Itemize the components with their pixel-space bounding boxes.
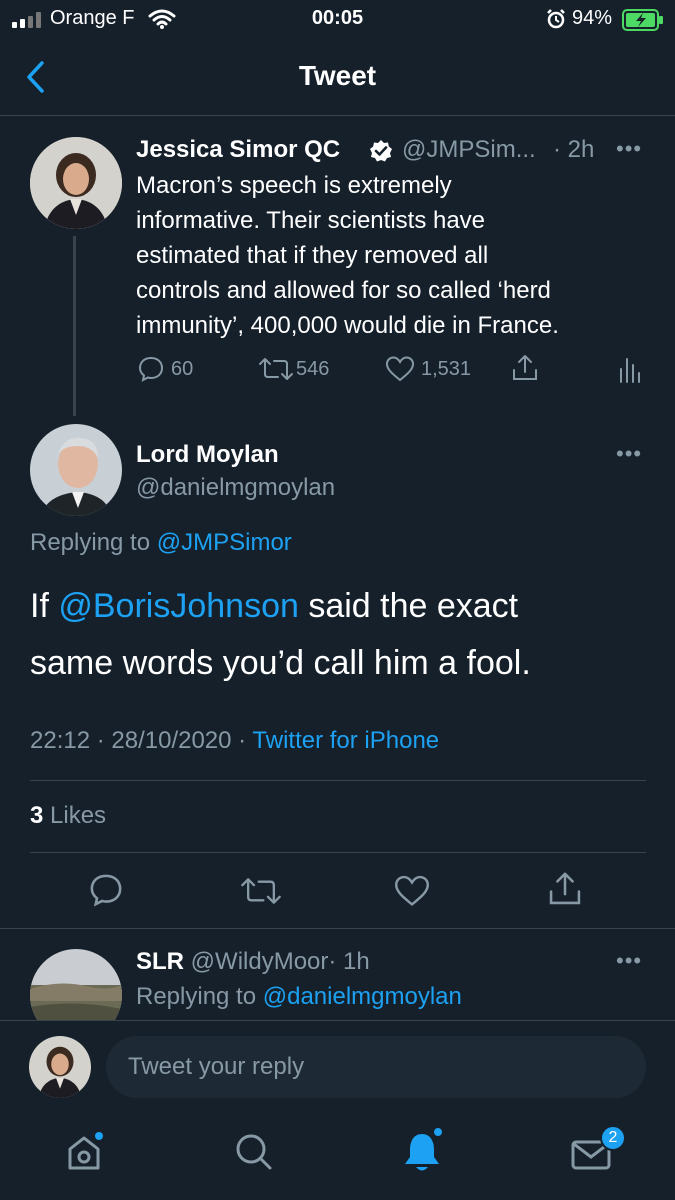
current-user-avatar[interactable]	[29, 1036, 91, 1098]
reply-icon[interactable]	[88, 872, 124, 908]
page-title: Tweet	[298, 60, 377, 91]
like-count: 1,531	[421, 358, 472, 380]
analytics-icon[interactable]	[618, 355, 640, 383]
verified-badge-icon	[370, 140, 392, 162]
likes-label: Likes	[50, 802, 107, 829]
replying-to-handle[interactable]: @danielmgmoylan	[263, 983, 462, 1010]
author-handle[interactable]: @JMPSim...	[402, 136, 536, 164]
mention-link[interactable]: @BorisJohnson	[58, 587, 299, 625]
battery-charging-icon	[622, 9, 663, 31]
more-options-icon[interactable]: •••	[616, 441, 642, 467]
like-action[interactable]: 1,531	[385, 355, 471, 383]
thread-connector-line	[73, 236, 76, 416]
author-name[interactable]: Jessica Simor QC	[136, 136, 340, 164]
tweet-text-segment: said the exact	[298, 587, 519, 625]
tweet-text-line: same words you’d call him a fool.	[30, 644, 531, 682]
share-icon[interactable]	[546, 870, 584, 908]
divider	[30, 780, 646, 781]
search-icon	[236, 1134, 272, 1170]
author-name[interactable]: SLR	[136, 948, 184, 975]
avatar-slr[interactable]	[30, 949, 122, 1020]
heart-icon[interactable]	[393, 874, 431, 908]
retweet-action[interactable]: 546	[258, 355, 329, 383]
reply-input-placeholder: Tweet your reply	[128, 1053, 305, 1080]
bottom-tab-bar: 2	[0, 1110, 675, 1200]
top-navigation-bar: Tweet	[0, 40, 675, 116]
replying-to-line: Replying to @JMPSimor	[30, 529, 292, 557]
tweet-text-line: If @BorisJohnson said the exact	[30, 578, 650, 635]
tab-explore[interactable]	[232, 1130, 276, 1174]
replying-to-handle[interactable]: @JMPSimor	[157, 529, 292, 556]
likes-summary[interactable]: 3 Likes	[30, 802, 106, 830]
tweet-metadata: 22:12 · 28/10/2020 · Twitter for iPhone	[30, 727, 439, 755]
likes-total: 3	[30, 802, 44, 829]
status-bar: Orange F 00:05 94%	[0, 0, 675, 40]
tweet-age: · 2h	[553, 136, 595, 163]
replying-to-line: Replying to @danielmgmoylan	[136, 983, 462, 1011]
avatar-lord-moylan[interactable]	[30, 424, 122, 516]
more-options-icon[interactable]: •••	[616, 948, 642, 974]
avatar-jessica-simor[interactable]	[30, 137, 122, 229]
alarm-icon	[547, 9, 565, 29]
tweet-text-line: Macron’s speech is extremely	[136, 172, 452, 199]
tweet-text: Macron’s speech is extremely informative…	[136, 168, 656, 343]
reply-tweet[interactable]: SLR @WildyMoor· 1h ••• Replying to @dani…	[0, 929, 675, 1020]
home-icon	[68, 1132, 103, 1170]
reply-tweet-header: SLR @WildyMoor· 1h	[136, 948, 370, 976]
divider	[0, 1020, 675, 1021]
tweet-text-line: informative. Their scientists have	[136, 207, 486, 234]
notifications-bell-icon	[405, 1128, 442, 1171]
reply-count: 60	[171, 358, 194, 380]
tweet-text: If @BorisJohnson said the exact same wor…	[30, 578, 650, 692]
tab-notifications[interactable]	[400, 1126, 448, 1176]
author-handle[interactable]: @danielmgmoylan	[136, 474, 335, 502]
retweet-icon	[259, 358, 293, 380]
tweet-timestamp: 22:12 · 28/10/2020 ·	[30, 727, 247, 754]
battery-percentage: 94%	[572, 7, 613, 29]
share-icon[interactable]	[510, 353, 540, 383]
tweet-text-segment: If	[30, 587, 49, 625]
heart-icon	[385, 356, 415, 382]
replying-to-label: Replying to	[30, 529, 151, 556]
author-name[interactable]: Lord Moylan	[136, 441, 279, 469]
retweet-icon[interactable]	[240, 874, 282, 908]
messages-badge: 2	[600, 1125, 626, 1151]
reply-input[interactable]: Tweet your reply	[106, 1036, 646, 1098]
tweet-age: · 1h	[328, 948, 370, 975]
tweet-text-line: estimated that if they removed all	[136, 242, 489, 269]
more-options-icon[interactable]: •••	[616, 136, 642, 162]
author-handle[interactable]: @WildyMoor	[191, 948, 329, 975]
reply-icon	[138, 356, 164, 382]
tweet-source-link[interactable]: Twitter for iPhone	[252, 727, 439, 754]
tab-home[interactable]	[64, 1130, 108, 1174]
reply-action[interactable]: 60	[137, 355, 193, 383]
divider	[30, 852, 646, 853]
tweet-text-line: immunity’, 400,000 would die in France.	[136, 312, 559, 339]
tweet-text-line: controls and allowed for so called ‘herd	[136, 277, 551, 304]
replying-to-label: Replying to	[136, 983, 257, 1010]
tab-messages[interactable]: 2	[570, 1125, 630, 1178]
retweet-count: 546	[296, 358, 330, 380]
